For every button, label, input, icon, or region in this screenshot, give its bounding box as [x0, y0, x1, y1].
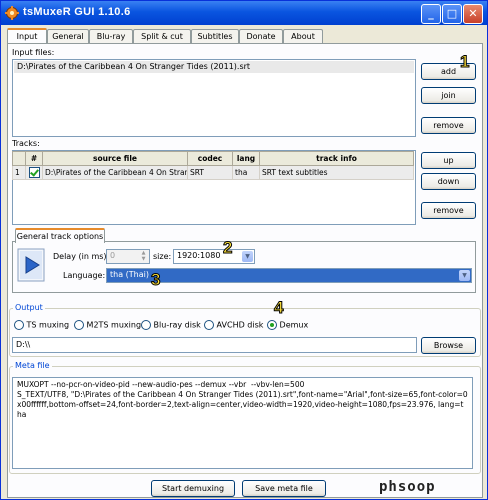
down-button[interactable]: down	[421, 173, 476, 190]
watermark-text: phsoop	[379, 479, 436, 495]
maximize-button[interactable]: □	[442, 4, 462, 24]
track-info: SRT text subtitles	[259, 165, 414, 180]
delay-label: Delay (in ms):	[53, 252, 110, 261]
input-files-list[interactable]: D:\Pirates of the Caribbean 4 On Strange…	[12, 59, 416, 137]
radio-blu-ray-disk[interactable]: Blu-ray disk	[141, 320, 201, 330]
track-checkbox[interactable]	[28, 167, 40, 178]
remove-track-button[interactable]: remove	[421, 202, 476, 219]
tab-blu-ray[interactable]: Blu-ray	[89, 29, 133, 44]
output-path-input[interactable]: D:\\	[12, 337, 417, 353]
chevron-down-icon[interactable]: ▼	[242, 251, 253, 262]
radio-label: Blu-ray disk	[153, 320, 201, 330]
close-button[interactable]: ✕	[463, 4, 483, 24]
radio-ts-muxing[interactable]: TS muxing	[14, 320, 69, 330]
main-window: tsMuxeR GUI 1.10.6 _ □ ✕ Input General B…	[0, 0, 488, 500]
remove-file-button[interactable]: remove	[421, 117, 476, 134]
tab-subtitles[interactable]: Subtitles	[191, 29, 239, 44]
size-select[interactable]: 1920:1080 ▼	[173, 249, 255, 264]
chevron-down-icon[interactable]: ▼	[459, 270, 470, 281]
tab-split-cut[interactable]: Split & cut	[133, 29, 191, 44]
tab-general[interactable]: General	[47, 29, 89, 44]
output-title: Output	[13, 303, 45, 312]
up-button[interactable]: up	[421, 152, 476, 169]
annotation-3: 3	[150, 270, 161, 289]
tab-general-track-options[interactable]: General track options	[15, 228, 105, 243]
meta-file-title: Meta file	[13, 361, 52, 370]
delay-spinner[interactable]: ▲ ▼	[139, 250, 148, 263]
column-header-codec[interactable]: codec	[187, 151, 233, 166]
minimize-button[interactable]: _	[421, 4, 441, 24]
radio-button[interactable]	[267, 320, 277, 330]
radio-button[interactable]	[74, 320, 84, 330]
save-meta-file-button[interactable]: Save meta file	[242, 480, 326, 497]
start-demuxing-button[interactable]: Start demuxing	[151, 480, 235, 497]
radio-button[interactable]	[141, 320, 151, 330]
radio-label: M2TS muxing	[86, 320, 142, 330]
radio-button[interactable]	[204, 320, 214, 330]
table-row[interactable]: 1 D:\Pirates of the Caribbean 4 On Stran…	[12, 165, 414, 180]
input-files-label: Input files:	[12, 48, 55, 57]
language-select[interactable]: tha (Thai) ▼	[106, 268, 472, 283]
join-button[interactable]: join	[421, 87, 476, 104]
tab-donate[interactable]: Donate	[239, 29, 283, 44]
size-label: size:	[153, 252, 172, 261]
title-bar[interactable]: tsMuxeR GUI 1.10.6 _ □ ✕	[1, 1, 487, 25]
delay-value: 0	[110, 251, 116, 260]
annotation-4: 4	[273, 298, 284, 317]
column-header-lang[interactable]: lang	[232, 151, 260, 166]
size-value: 1920:1080	[177, 251, 221, 260]
track-source: D:\Pirates of the Caribbean 4 On Stran..…	[42, 165, 188, 180]
track-checkbox-cell[interactable]	[25, 165, 43, 180]
track-lang: tha	[232, 165, 260, 180]
list-item[interactable]: D:\Pirates of the Caribbean 4 On Strange…	[14, 61, 414, 73]
column-header-num[interactable]: #	[25, 151, 43, 166]
radio-label: TS muxing	[26, 320, 70, 330]
column-header-source[interactable]: source file	[42, 151, 188, 166]
radio-avchd-disk[interactable]: AVCHD disk	[204, 320, 263, 330]
row-number: 1	[12, 165, 26, 180]
radio-m2ts-muxing[interactable]: M2TS muxing	[74, 320, 141, 330]
column-header[interactable]	[12, 151, 26, 166]
meta-file-textarea[interactable]: MUXOPT --no-pcr-on-video-pid --new-audio…	[12, 377, 473, 469]
window-title: tsMuxeR GUI 1.10.6	[23, 6, 131, 18]
media-file-icon	[17, 248, 45, 282]
track-codec: SRT	[187, 165, 233, 180]
radio-button[interactable]	[14, 320, 24, 330]
radio-demux[interactable]: Demux	[267, 320, 308, 330]
annotation-2: 2	[222, 238, 233, 257]
radio-label: AVCHD disk	[216, 320, 264, 330]
language-value: tha (Thai)	[110, 270, 149, 279]
tracks-header-row: # source file codec lang track info	[12, 151, 414, 166]
tracks-label: Tracks:	[12, 139, 40, 148]
radio-label: Demux	[279, 320, 309, 330]
browse-button[interactable]: Browse	[421, 337, 476, 354]
column-header-info[interactable]: track info	[259, 151, 414, 166]
app-icon	[5, 6, 19, 20]
output-path-value: D:\\	[16, 340, 31, 349]
delay-input[interactable]: 0 ▲ ▼	[106, 249, 150, 264]
annotation-1: 1	[459, 52, 470, 71]
language-label: Language:	[63, 271, 106, 280]
tracks-table: # source file codec lang track info 1 D:…	[12, 151, 414, 180]
tab-about[interactable]: About	[283, 29, 323, 44]
